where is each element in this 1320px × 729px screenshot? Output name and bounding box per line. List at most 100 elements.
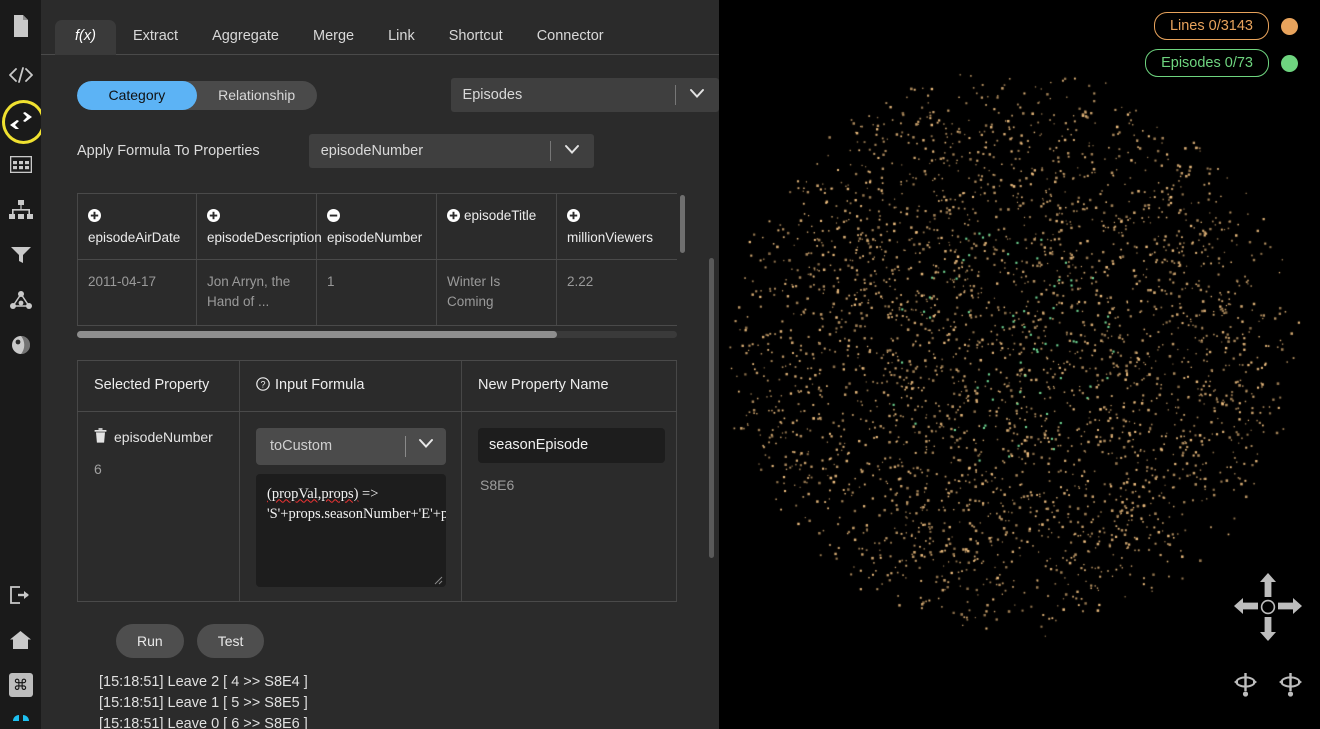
new-property-name-input[interactable]: seasonEpisode (478, 428, 665, 463)
svg-text:?: ? (260, 379, 265, 389)
accent-icon (9, 707, 33, 721)
resize-grip-icon[interactable] (433, 575, 443, 585)
property-column-header[interactable]: episodeAirDate (77, 194, 197, 259)
table-cell: 2.22 (557, 260, 677, 325)
rail-item-network[interactable] (0, 277, 41, 322)
segment-relationship[interactable]: Relationship (197, 81, 317, 110)
lines-status-dot (1281, 18, 1298, 35)
chevron-down-icon (418, 437, 434, 453)
property-table-vscrollbar[interactable] (680, 195, 685, 253)
episodes-status-dot (1281, 55, 1298, 72)
rotate-right-icon[interactable] (1275, 669, 1306, 700)
category-select-value: Episodes (463, 87, 523, 103)
new-property-cell: seasonEpisode S8E6 (462, 412, 677, 601)
logout-icon (9, 585, 33, 605)
network-icon (9, 290, 33, 310)
rail-item-globe[interactable] (0, 322, 41, 367)
property-table-hscrollbar[interactable] (77, 331, 677, 338)
property-column-header[interactable]: millionViewers (557, 194, 677, 259)
tab-link[interactable]: Link (371, 20, 432, 55)
trash-icon[interactable] (94, 428, 107, 446)
column-label: episodeTitle (464, 208, 536, 223)
rail-item-home[interactable] (0, 617, 41, 662)
graph-canvas[interactable]: Lines 0/3143 Episodes 0/73 (719, 0, 1320, 729)
selected-property-name: episodeNumber (114, 429, 213, 445)
arrow-down-icon[interactable] (1258, 617, 1278, 641)
tab-merge[interactable]: Merge (296, 20, 371, 55)
new-property-preview: S8E6 (478, 477, 664, 493)
plus-circle-icon[interactable] (447, 208, 460, 228)
header-selected-property: Selected Property (77, 361, 240, 411)
minus-circle-icon[interactable] (327, 208, 340, 228)
plus-circle-icon[interactable] (567, 208, 580, 228)
plus-circle-icon[interactable] (207, 208, 220, 228)
table-cell: Winter Is Coming (437, 260, 557, 325)
scrollbar-thumb[interactable] (77, 331, 557, 338)
tab-connector[interactable]: Connector (520, 20, 621, 55)
plus-circle-icon[interactable] (88, 208, 101, 228)
rotate-left-icon[interactable] (1230, 669, 1261, 700)
arrow-up-icon[interactable] (1258, 573, 1278, 597)
rail-item-filter[interactable] (0, 232, 41, 277)
run-button[interactable]: Run (116, 624, 184, 658)
table-row[interactable]: 2011-04-17 Jon Arryn, the Hand of ... 1 … (77, 260, 677, 326)
log-output: [15:18:51] Leave 2 [ 4 >> S8E4 ] [15:18:… (99, 672, 719, 729)
property-column-header[interactable]: episodeNumber (317, 194, 437, 259)
property-select[interactable]: episodeNumber (309, 134, 594, 168)
select-divider (405, 436, 406, 457)
particle-cloud[interactable] (719, 0, 1320, 729)
recenter-icon[interactable] (1259, 598, 1277, 616)
category-row: Category Relationship Episodes (41, 55, 719, 112)
category-relationship-toggle[interactable]: Category Relationship (77, 81, 317, 110)
rotate-controls[interactable] (1230, 669, 1306, 701)
property-column-header[interactable]: episodeDescription (197, 194, 317, 259)
selected-property-value: 6 (94, 461, 227, 477)
rail-item-accent[interactable] (0, 707, 41, 729)
command-icon: ⌘ (9, 673, 33, 697)
table-cell: Jon Arryn, the Hand of ... (197, 260, 317, 325)
apply-formula-label: Apply Formula To Properties (77, 143, 260, 159)
app-root: ⌘ f(x) Extract Aggregate Merge Link Shor… (0, 0, 1320, 729)
formula-input[interactable]: (propVal,props) => 'S'+props.seasonNumbe… (256, 474, 446, 587)
header-input-formula: ? Input Formula (240, 361, 462, 411)
rail-item-hierarchy[interactable] (0, 187, 41, 232)
category-select[interactable]: Episodes (451, 78, 719, 112)
test-button[interactable]: Test (197, 624, 265, 658)
arrow-left-icon[interactable] (1234, 596, 1258, 616)
rail-item-command[interactable]: ⌘ (0, 662, 41, 707)
tab-shortcut[interactable]: Shortcut (432, 20, 520, 55)
property-column-header[interactable]: episodeTitle (437, 194, 557, 259)
log-line: [15:18:51] Leave 2 [ 4 >> S8E4 ] (99, 672, 719, 693)
pan-controls[interactable] (1234, 573, 1302, 641)
arrow-right-icon[interactable] (1278, 596, 1302, 616)
transform-icon (9, 111, 33, 129)
segment-category[interactable]: Category (77, 81, 197, 110)
formula-type-select[interactable]: toCustom (256, 428, 446, 465)
tab-aggregate[interactable]: Aggregate (195, 20, 296, 55)
rail-item-document[interactable] (0, 0, 41, 52)
rail-item-table[interactable] (0, 142, 41, 187)
selected-property: episodeNumber (94, 428, 227, 446)
property-table-header: episodeAirDate episodeDescription episod… (77, 193, 677, 260)
help-icon[interactable]: ? (256, 377, 270, 395)
rail-item-logout[interactable] (0, 572, 41, 617)
rail-item-transform[interactable] (0, 97, 41, 142)
select-divider (675, 85, 676, 105)
column-label: millionViewers (567, 230, 653, 245)
formula-highlight: (propVal,props) (267, 486, 358, 502)
select-divider (550, 141, 551, 161)
column-label: episodeNumber (327, 230, 422, 245)
filter-icon (10, 245, 32, 265)
tab-fx[interactable]: f(x) (55, 20, 116, 56)
panel-scrollbar[interactable] (709, 258, 714, 558)
rail-item-code[interactable] (0, 52, 41, 97)
selected-property-cell: episodeNumber 6 (77, 412, 240, 601)
chevron-down-icon (564, 143, 580, 159)
episodes-badge[interactable]: Episodes 0/73 (1145, 49, 1269, 77)
tab-extract[interactable]: Extract (116, 20, 195, 55)
column-label: episodeDescription (207, 230, 322, 245)
lines-badge[interactable]: Lines 0/3143 (1154, 12, 1269, 40)
badge-group: Lines 0/3143 Episodes 0/73 (1145, 12, 1298, 86)
table-cell: 2011-04-17 (77, 260, 197, 325)
log-line: [15:18:51] Leave 0 [ 6 >> S8E6 ] (99, 714, 719, 729)
